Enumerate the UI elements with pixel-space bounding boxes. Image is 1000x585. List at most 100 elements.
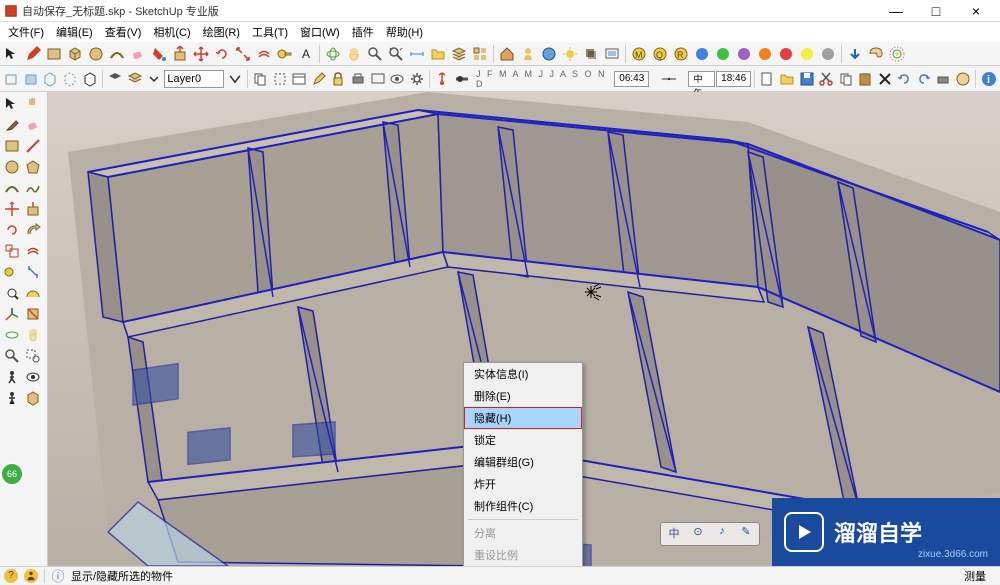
ctx-explode[interactable]: 炸开 [464, 473, 582, 495]
dimension2-icon[interactable] [23, 262, 43, 282]
pencil-tool-icon[interactable] [23, 44, 43, 64]
layer-toggle-icon[interactable] [106, 69, 125, 89]
position-camera-icon[interactable] [2, 388, 22, 408]
delete-icon[interactable] [875, 69, 894, 89]
arc-tool-icon[interactable] [107, 44, 127, 64]
print-icon[interactable] [934, 69, 953, 89]
nav-edit[interactable]: ✎ [735, 525, 757, 543]
arc2-icon[interactable] [2, 178, 22, 198]
time-end[interactable]: 18:46 [716, 71, 751, 87]
time-start[interactable]: 06:43 [614, 71, 649, 87]
menu-plugins[interactable]: 插件 [346, 22, 380, 42]
tools-icon[interactable] [368, 69, 387, 89]
ctx-lock[interactable]: 锁定 [464, 429, 582, 451]
section-icon[interactable] [23, 304, 43, 324]
rotate2-icon[interactable] [2, 220, 22, 240]
layer-visible-icon[interactable] [125, 69, 144, 89]
red-ball-icon[interactable] [776, 44, 796, 64]
menu-file[interactable]: 文件(F) [2, 22, 50, 42]
open-icon[interactable] [778, 69, 797, 89]
help-icon[interactable]: ? [4, 569, 18, 583]
lock-icon[interactable] [329, 69, 348, 89]
ctx-hide[interactable]: 隐藏(H) [464, 407, 582, 429]
zoom-window-icon[interactable] [23, 346, 43, 366]
green-badge[interactable]: 66 [0, 462, 24, 486]
orbit-tool-icon[interactable] [323, 44, 343, 64]
rect-icon[interactable] [2, 136, 22, 156]
eraser-tool-icon[interactable] [128, 44, 148, 64]
box-wire-icon[interactable] [2, 69, 21, 89]
box-mono-icon[interactable] [80, 69, 99, 89]
scale-tool-icon[interactable] [233, 44, 253, 64]
ctx-entity-info[interactable]: 实体信息(I) [464, 363, 582, 385]
info-icon[interactable]: i [979, 69, 998, 89]
person-status-icon[interactable] [24, 569, 38, 583]
offset-tool-icon[interactable] [254, 44, 274, 64]
pushpull-tool-icon[interactable] [170, 44, 190, 64]
purple-ball-icon[interactable] [734, 44, 754, 64]
move-tool-icon[interactable] [191, 44, 211, 64]
close-button[interactable]: × [956, 0, 996, 22]
walk-icon[interactable] [2, 367, 22, 387]
redo-icon[interactable] [915, 69, 934, 89]
ctx-make-component[interactable]: 制作组件(C) [464, 495, 582, 517]
copy-icon[interactable] [251, 69, 270, 89]
orange-ball-icon[interactable] [755, 44, 775, 64]
undo-icon[interactable] [895, 69, 914, 89]
pan-tool-icon[interactable] [344, 44, 364, 64]
nav-target[interactable]: ⊙ [687, 525, 709, 543]
text-tool-icon[interactable]: A [296, 44, 316, 64]
rectangle-tool-icon[interactable] [44, 44, 64, 64]
slider-icon[interactable] [452, 69, 471, 89]
menu-camera[interactable]: 相机(C) [147, 22, 196, 42]
circle-tool-icon[interactable] [86, 44, 106, 64]
pan2-icon[interactable] [23, 325, 43, 345]
refresh-icon[interactable] [887, 44, 907, 64]
protractor-icon[interactable] [23, 283, 43, 303]
yellow-ball-icon[interactable] [797, 44, 817, 64]
menu-draw[interactable]: 绘图(R) [197, 22, 246, 42]
menu-edit[interactable]: 编辑(E) [50, 22, 99, 42]
viewport-3d[interactable]: 实体信息(I) 删除(E) 隐藏(H) 锁定 编辑群组(G) 炸开 制作组件(C… [48, 92, 1000, 566]
ctx-edit-group[interactable]: 编辑群组(G) [464, 451, 582, 473]
polygon-icon[interactable] [23, 157, 43, 177]
gear-icon[interactable] [407, 69, 426, 89]
paste-icon[interactable] [856, 69, 875, 89]
tape2-icon[interactable] [2, 262, 22, 282]
info-status-icon[interactable]: ⓘ [51, 569, 65, 583]
blue-ball-icon[interactable] [692, 44, 712, 64]
box-solid-icon[interactable] [22, 69, 41, 89]
menu-tools[interactable]: 工具(T) [246, 22, 294, 42]
component-icon[interactable] [470, 44, 490, 64]
line-icon[interactable] [23, 136, 43, 156]
edit-icon[interactable] [310, 69, 329, 89]
tape-tool-icon[interactable] [275, 44, 295, 64]
down-arrow-icon[interactable] [845, 44, 865, 64]
palette-icon[interactable] [866, 44, 886, 64]
maximize-button[interactable]: □ [916, 0, 956, 22]
chevron-down-icon[interactable] [145, 69, 164, 89]
freehand-icon[interactable] [23, 178, 43, 198]
offset2-icon[interactable] [23, 241, 43, 261]
copy2-icon[interactable] [836, 69, 855, 89]
new-icon[interactable] [758, 69, 777, 89]
zoom2-icon[interactable] [2, 346, 22, 366]
time-slider[interactable] [650, 69, 687, 89]
move2-icon[interactable] [2, 199, 22, 219]
section2-icon[interactable] [23, 388, 43, 408]
eye-icon[interactable] [388, 69, 407, 89]
window-icon[interactable] [290, 69, 309, 89]
paint-tool-icon[interactable] [149, 44, 169, 64]
palette2-icon[interactable] [954, 69, 973, 89]
zoom-tool-icon[interactable] [365, 44, 385, 64]
sun-icon[interactable] [560, 44, 580, 64]
cut-icon[interactable] [817, 69, 836, 89]
r-icon[interactable]: R [671, 44, 691, 64]
menu-help[interactable]: 帮助(H) [380, 22, 429, 42]
house-icon[interactable] [497, 44, 517, 64]
layers-icon[interactable] [449, 44, 469, 64]
menu-window[interactable]: 窗口(W) [294, 22, 346, 42]
select-icon[interactable] [2, 94, 22, 114]
save-icon[interactable] [797, 69, 816, 89]
dimension-tool-icon[interactable] [407, 44, 427, 64]
